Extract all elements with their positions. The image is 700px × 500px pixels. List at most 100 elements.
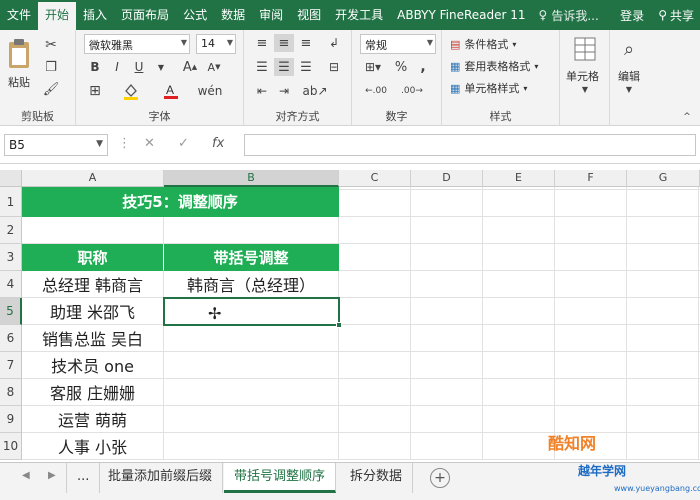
col-header-g[interactable]: G xyxy=(627,170,700,187)
orientation-icon[interactable]: ab↗ xyxy=(302,82,327,100)
align-middle-icon[interactable]: ≡ xyxy=(274,34,294,52)
cell-b4[interactable]: 韩商言（总经理） xyxy=(164,271,339,298)
cell-b2[interactable] xyxy=(164,217,339,244)
phonetic-icon[interactable]: wén xyxy=(196,82,224,100)
borders-icon[interactable]: ⊞ xyxy=(84,82,106,100)
cancel-icon[interactable]: ✕ xyxy=(144,136,155,151)
chevron-down-icon[interactable]: ▼ xyxy=(154,58,168,76)
tab-file[interactable]: 文件 xyxy=(0,0,38,30)
font-increase-icon[interactable]: A ▲ xyxy=(180,58,200,76)
row-header-3[interactable]: 3 xyxy=(0,244,22,271)
row-header-10[interactable]: 10 xyxy=(0,433,22,460)
copy-icon[interactable]: ❐ xyxy=(40,58,62,76)
row-header-8[interactable]: 8 xyxy=(0,379,22,406)
sheet-tab-split-data[interactable]: 拆分数据 xyxy=(340,463,414,493)
cell-b10[interactable] xyxy=(164,433,339,460)
tab-view[interactable]: 视图 xyxy=(290,0,328,30)
header-cell-b[interactable]: 带括号调整 xyxy=(164,244,339,271)
row-header-1[interactable]: 1 xyxy=(0,187,22,217)
wrap-text-icon[interactable]: ↲ xyxy=(324,34,344,52)
number-format-dropdown[interactable]: 常规 ▼ xyxy=(360,34,436,54)
cell-a10[interactable]: 人事 小张 xyxy=(22,433,164,460)
cell-a8[interactable]: 客服 庄姗姗 xyxy=(22,379,164,406)
row-header-6[interactable]: 6 xyxy=(0,325,22,352)
merge-center-icon[interactable]: ⊟ xyxy=(324,58,344,76)
row-header-2[interactable]: 2 xyxy=(0,217,22,244)
login-button[interactable]: 登录 xyxy=(612,7,652,24)
tab-home[interactable]: 开始 xyxy=(38,0,77,30)
decrease-indent-icon[interactable]: ⇤ xyxy=(252,82,272,100)
increase-decimal-icon[interactable]: ←.00 xyxy=(362,82,390,100)
align-bottom-icon[interactable]: ≡ xyxy=(296,34,316,52)
row-header-4[interactable]: 4 xyxy=(0,271,22,298)
increase-indent-icon[interactable]: ⇥ xyxy=(274,82,294,100)
font-decrease-icon[interactable]: A ▼ xyxy=(204,58,224,76)
cell-b8[interactable] xyxy=(164,379,339,406)
cell-styles-button[interactable]: ▦ 单元格样式 ▾ xyxy=(450,80,527,96)
font-name-dropdown[interactable]: 微软雅黑 ▼ xyxy=(84,34,190,54)
tab-developer[interactable]: 开发工具 xyxy=(328,0,390,30)
underline-button[interactable]: U xyxy=(130,58,148,76)
col-header-a[interactable]: A xyxy=(22,170,164,187)
cell-b6[interactable] xyxy=(164,325,339,352)
title-cell[interactable]: 技巧5：调整顺序 xyxy=(22,187,339,217)
next-sheet-icon[interactable]: ▶ xyxy=(48,470,56,481)
italic-button[interactable]: I xyxy=(108,58,126,76)
cut-icon[interactable]: ✂ xyxy=(40,36,62,54)
currency-icon[interactable]: ⊞▾ xyxy=(360,58,386,76)
tab-abbyy[interactable]: ABBYY FineReader 11 xyxy=(390,0,532,30)
col-header-e[interactable]: E xyxy=(483,170,555,187)
name-box[interactable]: B5 ▼ xyxy=(4,134,108,156)
tab-review[interactable]: 审阅 xyxy=(252,0,290,30)
conditional-format-button[interactable]: ▤ 条件格式 ▾ xyxy=(450,36,516,52)
share-button[interactable]: ⚲ 共享 xyxy=(652,7,700,24)
empty-cells-area[interactable] xyxy=(339,187,700,460)
collapse-ribbon-icon[interactable]: ^ xyxy=(680,110,694,124)
align-right-icon[interactable]: ☰ xyxy=(296,58,316,76)
check-icon[interactable]: ✓ xyxy=(178,136,189,151)
tab-formulas[interactable]: 公式 xyxy=(176,0,214,30)
cell-a7[interactable]: 技术员 one xyxy=(22,352,164,379)
cell-a2[interactable] xyxy=(22,217,164,244)
editing-group[interactable]: ⌕ 编辑 ▼ xyxy=(610,30,650,126)
col-header-f[interactable]: F xyxy=(555,170,627,187)
row-header-9[interactable]: 9 xyxy=(0,406,22,433)
fill-handle[interactable] xyxy=(336,322,342,328)
header-cell-a[interactable]: 职称 xyxy=(22,244,164,271)
sheet-tab-bracket-order[interactable]: 带括号调整顺序 xyxy=(224,463,337,493)
cell-a5[interactable]: 助理 米邵飞 xyxy=(22,298,164,325)
align-center-icon[interactable]: ☰ xyxy=(274,58,294,76)
cells-group[interactable]: 单元格 ▼ xyxy=(560,30,610,126)
format-painter-icon[interactable]: 🖌 xyxy=(40,80,62,98)
col-header-d[interactable]: D xyxy=(411,170,483,187)
prev-sheet-icon[interactable]: ◀ xyxy=(22,470,30,481)
cell-b7[interactable] xyxy=(164,352,339,379)
sheet-tab-prefix-suffix[interactable]: 批量添加前缀后缀 xyxy=(98,463,224,493)
font-color-icon[interactable]: A xyxy=(160,82,182,100)
fill-color-icon[interactable] xyxy=(120,82,142,100)
cell-a4[interactable]: 总经理 韩商言 xyxy=(22,271,164,298)
add-sheet-icon[interactable]: + xyxy=(430,468,450,488)
tab-page-layout[interactable]: 页面布局 xyxy=(114,0,176,30)
percent-button[interactable]: % xyxy=(392,58,410,76)
cell-b5[interactable] xyxy=(164,298,339,325)
align-top-icon[interactable]: ≡ xyxy=(252,34,272,52)
cell-b9[interactable] xyxy=(164,406,339,433)
formula-input[interactable] xyxy=(244,134,696,156)
tab-insert[interactable]: 插入 xyxy=(76,0,114,30)
align-left-icon[interactable]: ☰ xyxy=(252,58,272,76)
select-all-corner[interactable] xyxy=(0,170,22,187)
tab-data[interactable]: 数据 xyxy=(214,0,252,30)
paste-label[interactable]: 粘贴 xyxy=(8,74,30,90)
tell-me-box[interactable]: ♀ 告诉我... xyxy=(539,7,599,24)
decrease-decimal-icon[interactable]: .00→ xyxy=(398,82,426,100)
cell-a6[interactable]: 销售总监 吴白 xyxy=(22,325,164,352)
paste-icon[interactable] xyxy=(4,34,34,74)
col-header-c[interactable]: C xyxy=(339,170,411,187)
cell-a9[interactable]: 运营 萌萌 xyxy=(22,406,164,433)
font-size-dropdown[interactable]: 14 ▼ xyxy=(196,34,236,54)
sheet-tab-ellipsis[interactable]: ... xyxy=(66,463,101,493)
row-header-7[interactable]: 7 xyxy=(0,352,22,379)
insert-function-button[interactable]: fx xyxy=(212,136,224,151)
col-header-b[interactable]: B xyxy=(164,170,339,187)
